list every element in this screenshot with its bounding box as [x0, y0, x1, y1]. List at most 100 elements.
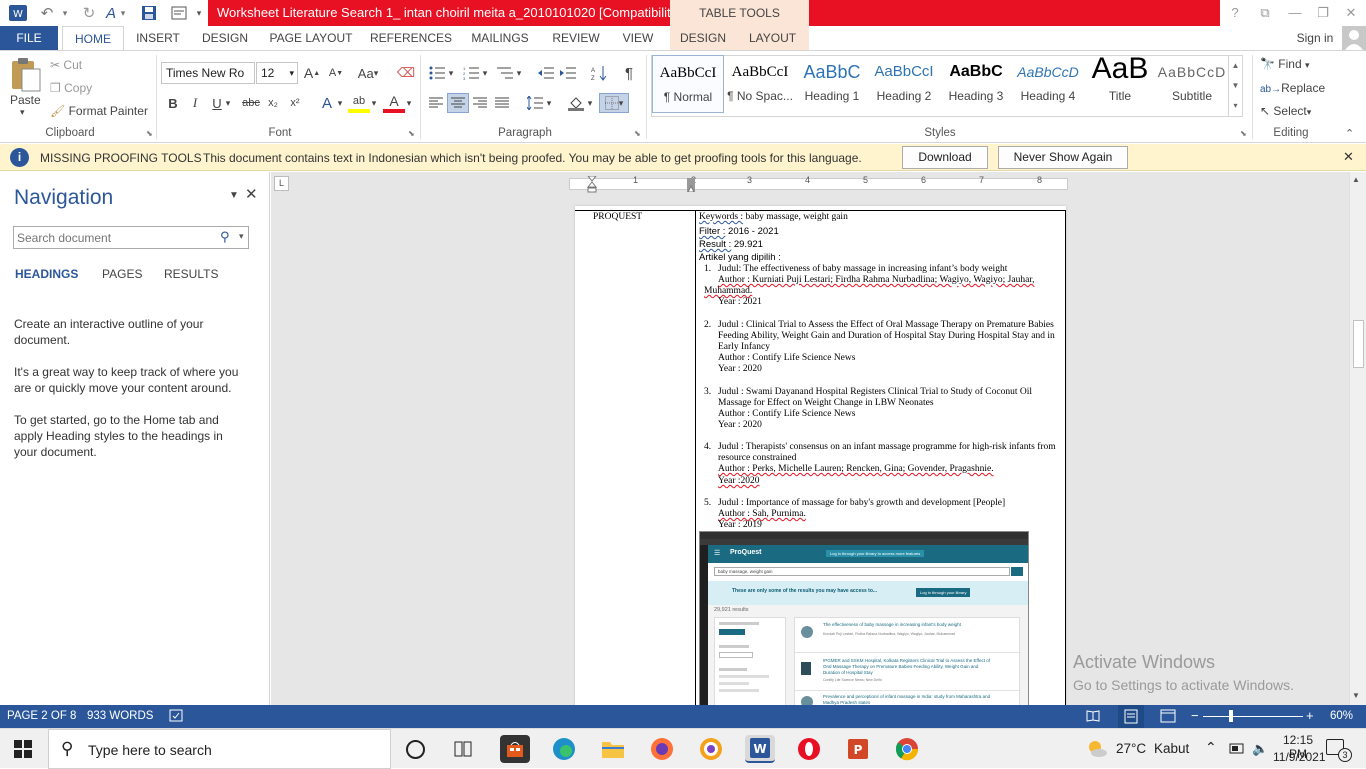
shading-icon[interactable] — [565, 93, 587, 113]
increase-indent-icon[interactable] — [557, 63, 579, 83]
tab-file[interactable]: FILE — [0, 26, 58, 50]
store-icon[interactable] — [500, 735, 530, 763]
line-spacing-icon[interactable] — [524, 93, 546, 113]
redo-icon[interactable]: ↻ — [78, 3, 100, 23]
avatar[interactable] — [1342, 26, 1366, 50]
tab-page-layout[interactable]: PAGE LAYOUT — [266, 26, 356, 50]
horizontal-ruler[interactable] — [569, 178, 1068, 190]
find-button[interactable]: 🔭 Find ▾ — [1260, 57, 1310, 71]
format-painter-button[interactable]: 🖌 Format Painter — [50, 104, 148, 118]
powerpoint-icon[interactable]: P — [843, 735, 873, 763]
tab-insert[interactable]: INSERT — [132, 26, 184, 50]
browser-icon[interactable] — [696, 735, 726, 763]
style-title[interactable]: AaB Title — [1084, 55, 1156, 113]
scrollbar-thumb[interactable] — [1353, 320, 1364, 368]
strikethrough-button[interactable]: abc — [240, 93, 262, 113]
show-formatting-marks-button[interactable]: ¶ — [618, 63, 640, 83]
font-color-dropdown-icon[interactable]: ▾ — [403, 93, 415, 113]
paste-icon[interactable] — [8, 57, 44, 93]
opera-icon[interactable] — [794, 735, 824, 763]
form-icon[interactable] — [168, 3, 190, 23]
zoom-level[interactable]: 60% — [1330, 710, 1353, 722]
italic-button[interactable]: I — [184, 93, 206, 113]
tab-references[interactable]: REFERENCES — [368, 26, 454, 50]
close-button[interactable]: ✕ — [1336, 0, 1366, 26]
scroll-up-icon[interactable]: ▲ — [1352, 175, 1360, 184]
font-name-combo[interactable]: Times New Ro — [161, 62, 255, 84]
bullets-dropdown-icon[interactable]: ▾ — [446, 63, 456, 83]
cortana-icon[interactable] — [406, 740, 425, 759]
tab-home[interactable]: HOME — [62, 26, 124, 51]
word-taskbar-icon[interactable]: W — [745, 735, 775, 763]
web-layout-icon[interactable] — [1160, 709, 1176, 726]
shading-dropdown-icon[interactable]: ▾ — [585, 93, 595, 113]
file-explorer-icon[interactable] — [598, 735, 628, 763]
style-heading-1[interactable]: AaBbC Heading 1 — [796, 55, 868, 113]
tab-review[interactable]: REVIEW — [546, 26, 606, 50]
page-count[interactable]: PAGE 2 OF 8 — [7, 710, 76, 722]
multilevel-dropdown-icon[interactable]: ▾ — [514, 63, 524, 83]
battery-icon[interactable] — [1229, 742, 1245, 759]
firefox-icon[interactable] — [647, 735, 677, 763]
weather-icon[interactable] — [1086, 739, 1108, 762]
maximize-button[interactable]: ❐ — [1308, 0, 1338, 26]
style-heading-3[interactable]: AaBbC Heading 3 — [940, 55, 1012, 113]
tab-results[interactable]: RESULTS — [164, 267, 218, 281]
chevron-up-icon[interactable]: ▲ — [1229, 56, 1242, 76]
bold-button[interactable]: B — [162, 93, 184, 113]
justify-icon[interactable] — [491, 93, 513, 113]
numbering-icon[interactable]: 123 — [460, 63, 482, 83]
dialog-launcher-icon[interactable]: ⬊ — [146, 129, 153, 138]
ribbon-display-options-button[interactable]: ⧉ — [1250, 0, 1280, 26]
multilevel-list-icon[interactable] — [494, 63, 516, 83]
collapse-ribbon-icon[interactable]: ⌃ — [1345, 127, 1354, 140]
weather-desc[interactable]: Kabut — [1154, 741, 1189, 756]
zoom-slider-thumb[interactable] — [1229, 710, 1233, 722]
styles-scroll[interactable]: ▲ ▼ ▾ — [1229, 55, 1243, 117]
sign-in-link[interactable]: Sign in — [1290, 26, 1340, 50]
indent-marker-icon[interactable] — [586, 175, 598, 194]
numbering-dropdown-icon[interactable]: ▾ — [480, 63, 490, 83]
zoom-slider[interactable] — [1203, 716, 1303, 717]
search-document-input[interactable] — [14, 227, 214, 248]
windows-start-icon[interactable] — [14, 740, 32, 761]
font-size-combo[interactable]: 12 ▾ — [256, 62, 298, 84]
align-right-icon[interactable] — [469, 93, 491, 113]
tab-table-design[interactable]: DESIGN — [670, 26, 736, 50]
minimize-button[interactable]: — — [1280, 0, 1310, 26]
shrink-font-icon[interactable]: A ▼ — [325, 63, 347, 83]
copy-button[interactable]: ❐ Copy — [50, 81, 92, 95]
tab-design[interactable]: DESIGN — [194, 26, 256, 50]
embedded-screenshot[interactable]: ☰ ProQuest Log in through your library t… — [699, 531, 1029, 705]
style-subtitle[interactable]: AaBbCcD Subtitle — [1156, 55, 1228, 113]
zoom-out-button[interactable]: − — [1191, 708, 1199, 723]
tab-view[interactable]: VIEW — [614, 26, 662, 50]
replace-button[interactable]: ab→Replace — [1260, 81, 1325, 95]
style-heading-4[interactable]: AaBbCcD Heading 4 — [1012, 55, 1084, 113]
style-normal[interactable]: AaBbCcI ¶ Normal — [652, 55, 724, 113]
zoom-in-button[interactable]: + — [1306, 708, 1314, 723]
underline-dropdown-icon[interactable]: ▾ — [222, 93, 234, 113]
scroll-down-icon[interactable]: ▼ — [1352, 691, 1360, 700]
select-button[interactable]: ↖ Select▾ — [1260, 104, 1311, 118]
highlight-dropdown-icon[interactable]: ▾ — [368, 93, 380, 113]
highlight-icon[interactable]: ab — [348, 93, 370, 113]
search-icon[interactable]: ⚲ — [220, 229, 230, 245]
borders-icon[interactable]: ▾ — [599, 93, 629, 113]
column-marker-icon[interactable] — [686, 178, 696, 193]
close-pane-icon[interactable]: ✕ — [245, 185, 258, 203]
style-heading-2[interactable]: AaBbCcI Heading 2 — [868, 55, 940, 113]
cut-button[interactable]: ✂ Cut — [50, 58, 82, 72]
document-page[interactable]: PROQUEST Keywords : baby massage, weight… — [575, 206, 1066, 705]
bullets-icon[interactable] — [426, 63, 448, 83]
tab-pages[interactable]: PAGES — [102, 267, 142, 281]
taskbar-search-box[interactable]: ⚲ Type here to search — [48, 729, 391, 769]
proofing-icon[interactable] — [169, 709, 183, 722]
clock-date[interactable]: 11/9/2021 — [1273, 750, 1326, 764]
align-center-icon[interactable] — [447, 93, 469, 113]
edge-icon[interactable] — [549, 735, 579, 763]
vertical-scrollbar[interactable]: ▲ ▼ — [1349, 172, 1366, 705]
font-color-icon[interactable]: A — [383, 93, 405, 113]
tab-headings[interactable]: HEADINGS — [15, 267, 78, 281]
read-mode-icon[interactable] — [1086, 709, 1100, 725]
